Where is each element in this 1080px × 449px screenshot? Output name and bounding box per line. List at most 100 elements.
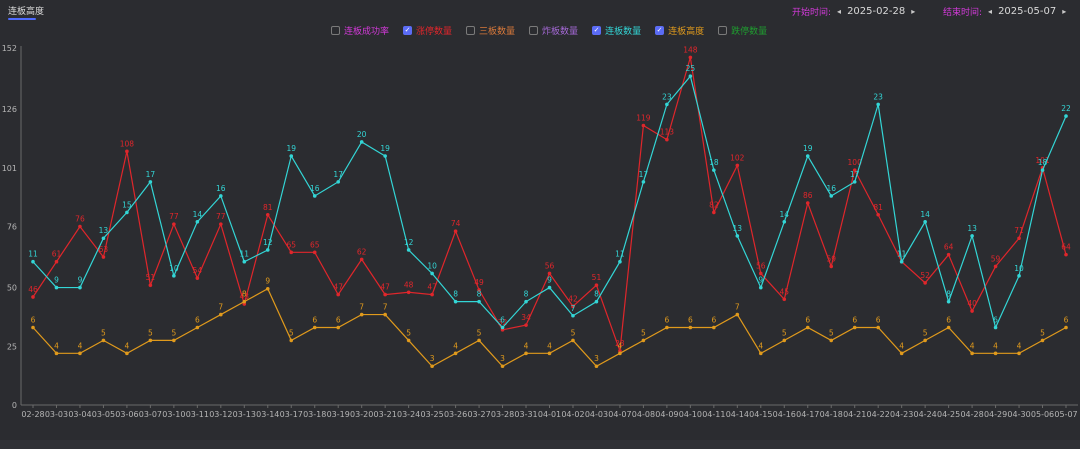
data-label: 5	[923, 328, 928, 337]
data-point	[265, 248, 270, 252]
data-label: 4	[524, 341, 529, 350]
data-label: 4	[547, 341, 552, 350]
data-label: 5	[1040, 328, 1045, 337]
y-tick-label: 0	[12, 401, 17, 410]
data-label: 119	[636, 114, 651, 123]
data-point	[148, 180, 153, 184]
data-point	[1040, 338, 1045, 343]
x-tick-label: 03-10	[162, 410, 185, 419]
x-tick-label: 03-31	[514, 410, 537, 419]
data-label: 59	[826, 254, 836, 263]
data-label: 11	[28, 250, 38, 259]
data-label: 47	[380, 283, 390, 292]
data-label: 4	[1017, 341, 1022, 350]
data-label: 51	[146, 273, 156, 282]
data-label: 108	[120, 139, 135, 148]
data-point	[54, 285, 59, 290]
data-point	[665, 102, 669, 107]
data-point	[665, 137, 669, 142]
data-label: 49	[474, 278, 484, 287]
data-point	[805, 325, 810, 330]
data-point	[923, 220, 927, 224]
data-point	[923, 338, 927, 343]
data-point	[78, 224, 82, 229]
x-tick-label: 04-10	[679, 410, 702, 419]
data-point	[359, 312, 364, 317]
data-label: 18	[1038, 158, 1048, 167]
data-label: 4	[125, 341, 130, 350]
data-point	[876, 325, 880, 330]
x-tick-label: 04-14	[726, 410, 749, 419]
data-label: 16	[216, 184, 226, 193]
data-label: 4	[899, 341, 904, 350]
data-point	[406, 248, 411, 252]
x-tick-label: 04-16	[773, 410, 796, 419]
y-tick-label: 101	[2, 164, 17, 173]
data-point	[312, 194, 317, 198]
data-label: 8	[594, 290, 599, 299]
x-tick-label: 03-11	[186, 410, 209, 419]
x-tick-label: 03-27	[467, 410, 490, 419]
data-label: 6	[688, 315, 693, 324]
data-point	[1064, 114, 1068, 118]
data-label: 81	[873, 203, 883, 212]
data-label: 64	[1061, 243, 1071, 252]
x-tick-label: 03-14	[256, 410, 279, 419]
data-point	[101, 338, 106, 343]
data-point	[735, 312, 740, 317]
data-point	[547, 351, 552, 356]
data-label: 6	[711, 315, 716, 324]
data-point	[430, 364, 434, 369]
data-label: 6	[664, 315, 669, 324]
data-label: 5	[782, 328, 787, 337]
x-tick-label: 04-11	[702, 410, 725, 419]
data-label: 9	[758, 276, 763, 285]
data-point	[78, 351, 82, 356]
data-label: 59	[991, 254, 1001, 263]
data-point	[477, 299, 481, 304]
series-line	[32, 57, 1067, 352]
data-point	[805, 154, 810, 158]
data-point	[101, 236, 106, 241]
data-label: 4	[758, 341, 763, 350]
data-label: 61	[52, 250, 62, 259]
data-label: 47	[427, 283, 437, 292]
data-point	[688, 55, 693, 60]
data-point	[735, 163, 740, 168]
data-label: 14	[920, 210, 930, 219]
x-tick-label: 04-08	[632, 410, 655, 419]
data-point	[383, 312, 387, 317]
data-point	[430, 271, 434, 276]
data-label: 13	[99, 226, 109, 235]
data-label: 17	[333, 170, 343, 179]
data-point	[993, 264, 998, 269]
y-tick-label: 76	[7, 223, 17, 232]
data-label: 5	[171, 328, 176, 337]
data-point	[312, 325, 317, 330]
data-point	[946, 325, 951, 330]
data-point	[641, 338, 646, 343]
data-point	[970, 309, 974, 313]
data-label: 13	[733, 224, 743, 233]
data-point	[970, 351, 974, 356]
data-point	[125, 149, 129, 154]
bottom-scroll-strip[interactable]	[0, 440, 1080, 449]
data-label: 54	[193, 266, 203, 275]
data-label: 19	[286, 144, 296, 153]
data-point	[242, 299, 247, 304]
data-label: 81	[263, 203, 273, 212]
data-label: 7	[735, 303, 740, 312]
x-tick-label: 04-25	[937, 410, 960, 419]
data-label: 10	[1014, 264, 1024, 273]
data-point	[946, 299, 951, 304]
x-tick-label: 03-18	[303, 410, 326, 419]
data-point	[219, 222, 223, 226]
data-point	[453, 299, 458, 304]
data-label: 23	[662, 92, 672, 101]
data-point	[641, 123, 646, 128]
data-point	[336, 292, 341, 297]
data-label: 6	[500, 315, 505, 324]
data-point	[805, 201, 810, 205]
data-label: 8	[946, 290, 951, 299]
data-label: 65	[310, 240, 320, 249]
